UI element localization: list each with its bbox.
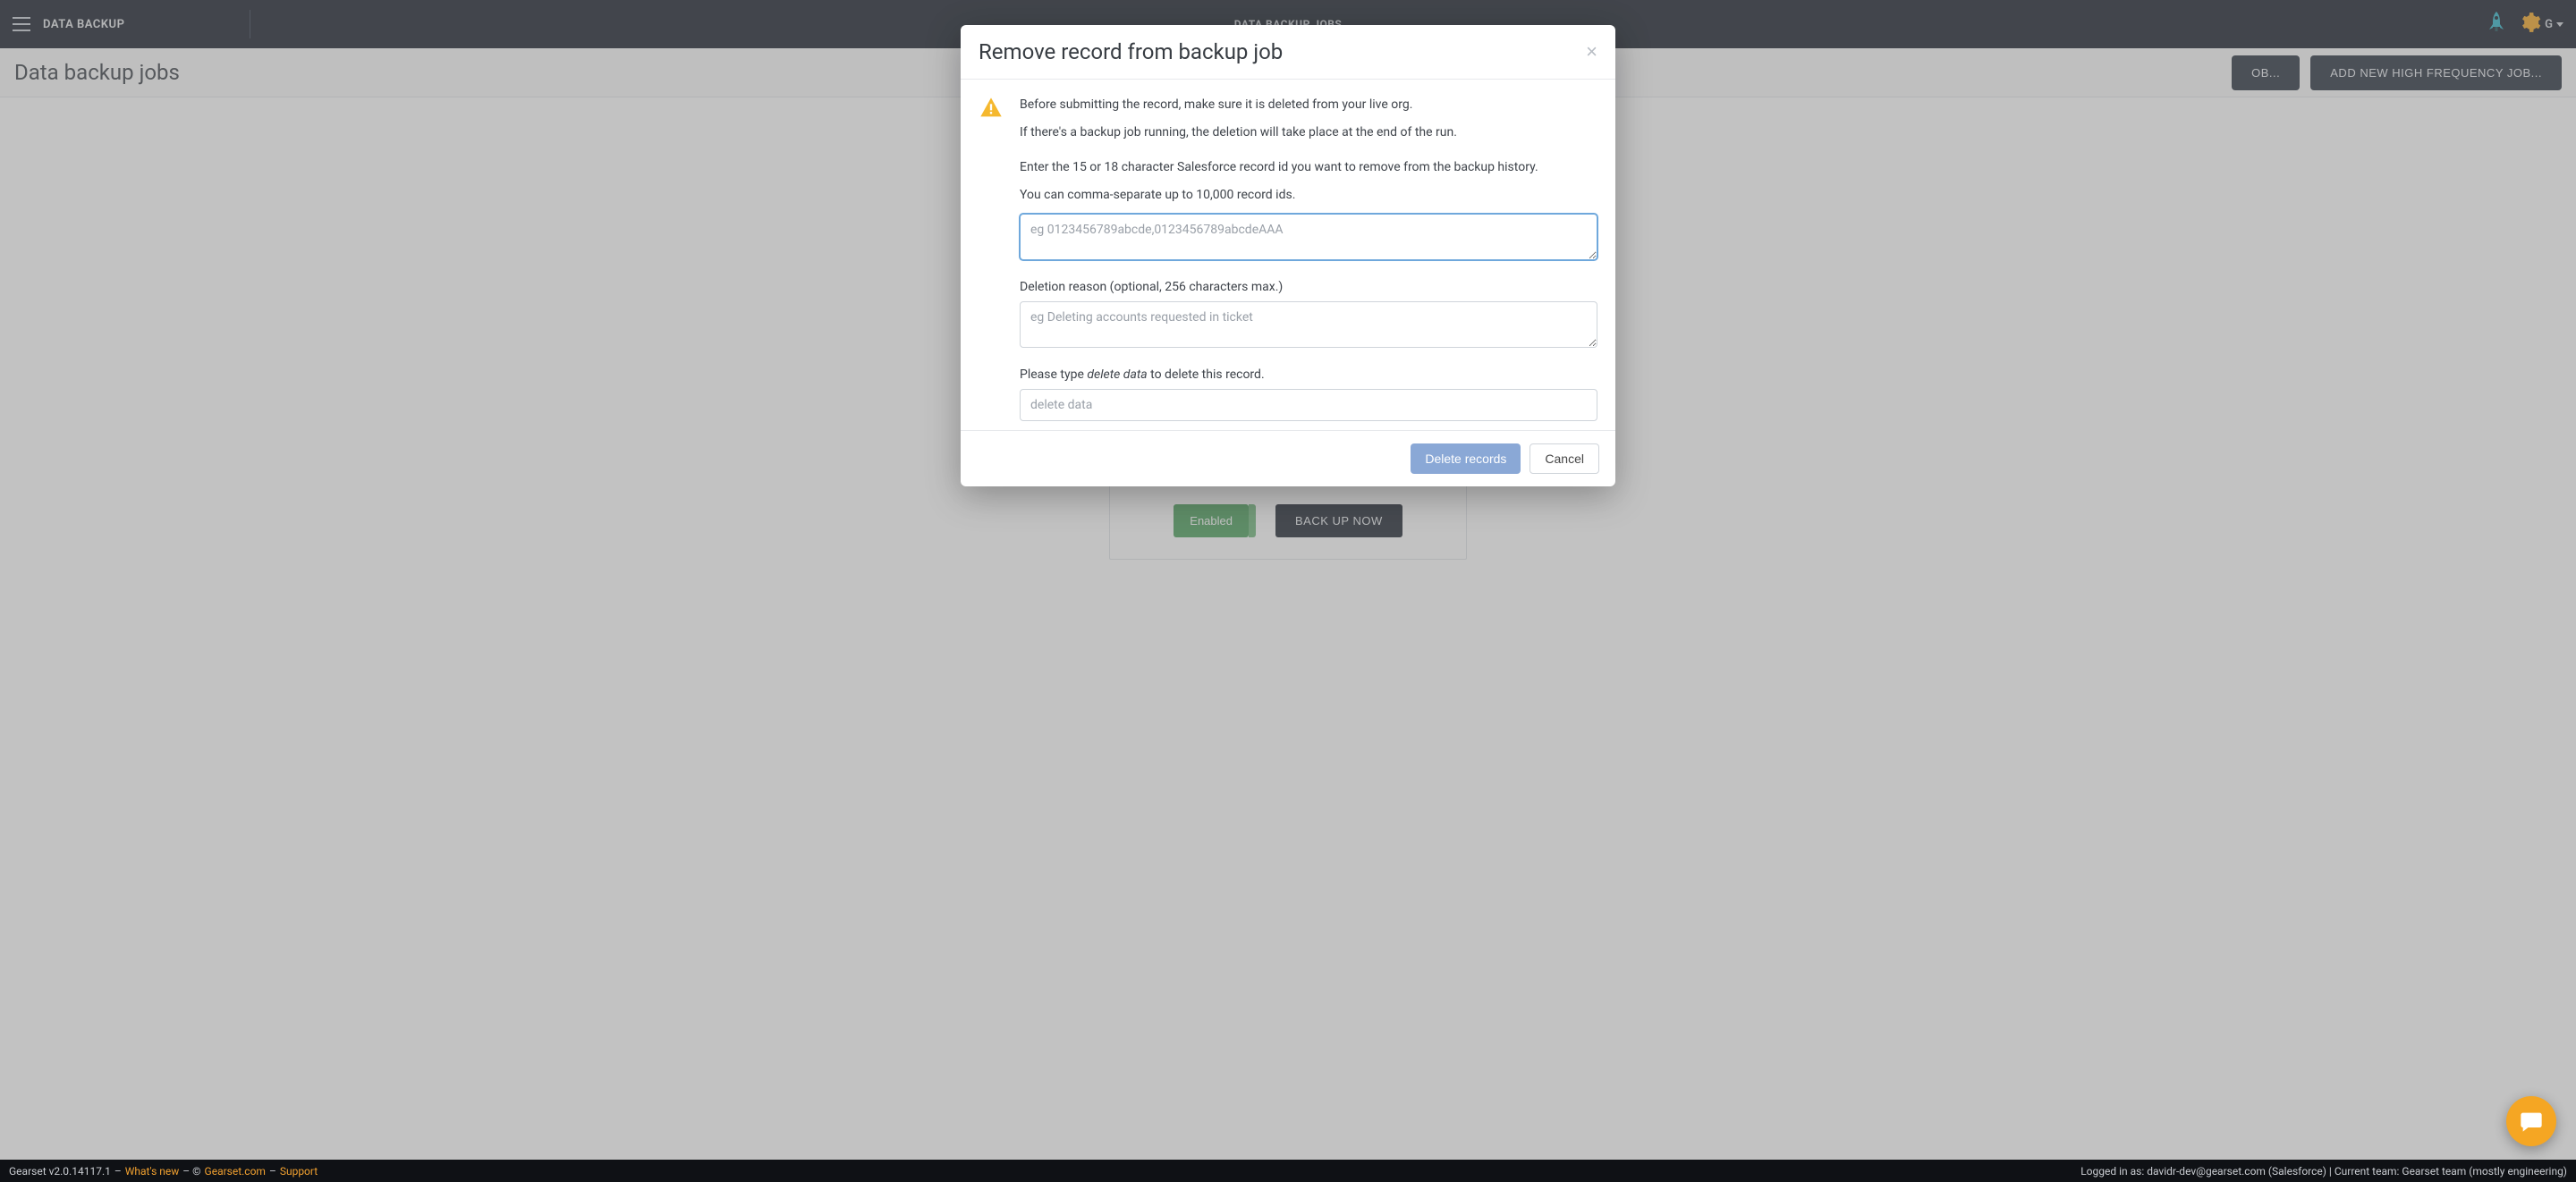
delete-records-button[interactable]: Delete records bbox=[1411, 443, 1521, 474]
footer-whats-new-link[interactable]: What's new bbox=[125, 1165, 180, 1178]
modal-footer: Delete records Cancel bbox=[961, 430, 1615, 486]
modal-overlay: Remove record from backup job × Before s… bbox=[0, 0, 2576, 1182]
confirm-phrase-input[interactable] bbox=[1020, 389, 1597, 421]
footer-version: Gearset v2.0.14117.1 bbox=[9, 1165, 111, 1178]
modal-warning-line-1: Before submitting the record, make sure … bbox=[1020, 96, 1597, 114]
modal-close-button[interactable]: × bbox=[1586, 42, 1597, 62]
remove-record-modal: Remove record from backup job × Before s… bbox=[961, 25, 1615, 486]
footer-gearset-link[interactable]: Gearset.com bbox=[205, 1165, 266, 1178]
confirm-instruction: Please type delete data to delete this r… bbox=[1020, 367, 1597, 382]
modal-header: Remove record from backup job × bbox=[961, 25, 1615, 80]
deletion-reason-label: Deletion reason (optional, 256 character… bbox=[1020, 280, 1597, 294]
footer-support-link[interactable]: Support bbox=[280, 1165, 318, 1178]
close-icon: × bbox=[1586, 40, 1597, 63]
deletion-reason-input[interactable] bbox=[1020, 301, 1597, 348]
modal-instruction-1: Enter the 15 or 18 character Salesforce … bbox=[1020, 158, 1597, 177]
footer-bar: Gearset v2.0.14117.1 – What's new – © Ge… bbox=[0, 1160, 2576, 1182]
chat-icon bbox=[2519, 1109, 2544, 1134]
record-ids-input[interactable] bbox=[1020, 214, 1597, 260]
modal-instruction-2: You can comma-separate up to 10,000 reco… bbox=[1020, 186, 1597, 205]
footer-login-info: Logged in as: davidr-dev@gearset.com (Sa… bbox=[2080, 1165, 2567, 1178]
modal-warning-line-2: If there's a backup job running, the del… bbox=[1020, 123, 1597, 142]
cancel-button[interactable]: Cancel bbox=[1530, 443, 1599, 474]
modal-title: Remove record from backup job bbox=[979, 39, 1283, 64]
chat-widget-button[interactable] bbox=[2506, 1096, 2556, 1146]
warning-icon bbox=[979, 96, 1005, 421]
